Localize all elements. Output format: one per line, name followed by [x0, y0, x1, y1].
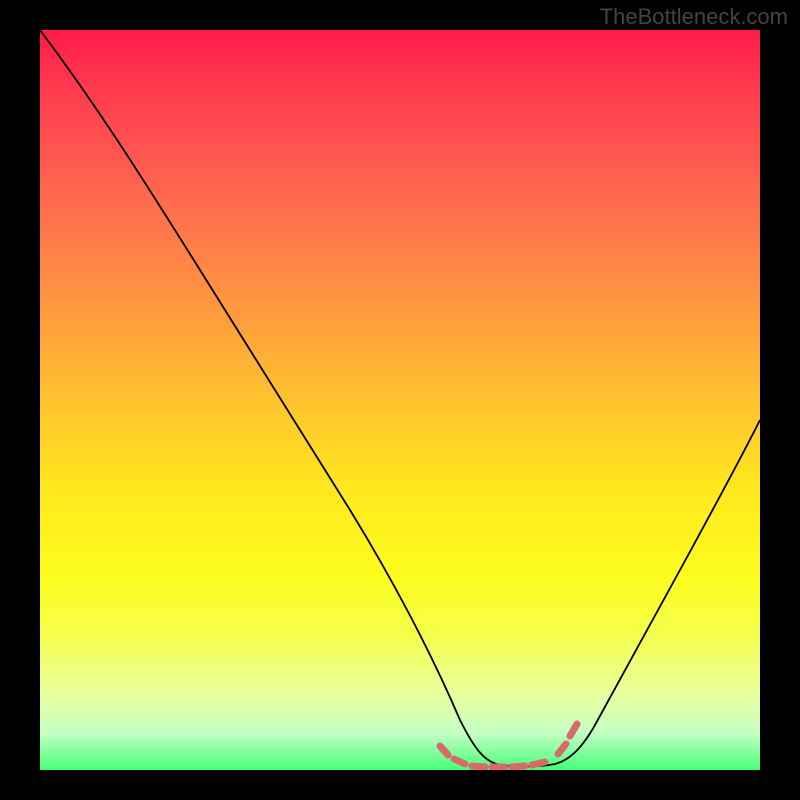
watermark-text: TheBottleneck.com: [600, 4, 788, 30]
x-axis-margin: [0, 770, 800, 800]
plot-area: [40, 30, 760, 770]
valley-marker-dashes: [440, 724, 577, 767]
bottleneck-curve: [40, 30, 760, 766]
chart-svg: [40, 30, 760, 770]
y-axis-margin: [0, 30, 40, 770]
